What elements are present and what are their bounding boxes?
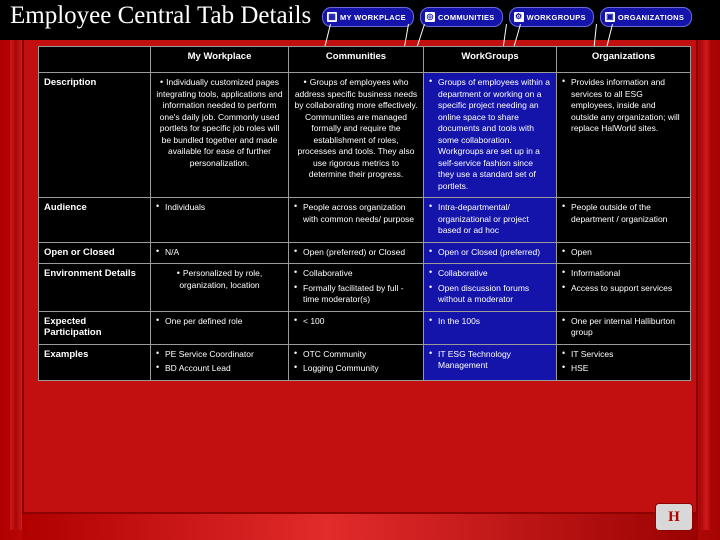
bullet: One per defined role	[156, 315, 283, 328]
row-header-examples: Examples	[38, 343, 151, 381]
table-corner-cell	[38, 46, 151, 73]
column-header-communities: Communities	[288, 46, 424, 73]
slide-canvas: Employee Central Tab Details ▦ MY WORKPL…	[0, 0, 720, 540]
bullet: HSE	[562, 362, 685, 375]
bullet: PE Service Coordinator	[156, 348, 283, 361]
bullet: Intra-departmental/ organizational or pr…	[429, 201, 551, 237]
tab-organizations[interactable]: ▣ ORGANIZATIONS	[599, 7, 693, 27]
tab-label: ORGANIZATIONS	[617, 12, 685, 22]
bullet: Personalized by role, organization, loca…	[156, 268, 283, 291]
logo-mark: H	[668, 508, 680, 525]
table-row: Audience Individuals People across organ…	[38, 197, 691, 243]
row-header-open-or-closed: Open or Closed	[38, 241, 151, 264]
cell-description-communities: Groups of employees who address specific…	[288, 72, 424, 198]
cell-participation-my-workplace: One per defined role	[150, 310, 289, 345]
table-header-row: My Workplace Communities WorkGroups Orga…	[38, 46, 691, 73]
bullet: People across organization with common n…	[294, 201, 418, 225]
tab-ribbon: ▦ MY WORKPLACE ◎ COMMUNITIES ⚙ WORKGROUP…	[322, 7, 693, 27]
cell-environment-communities: Collaborative Formally facilitated by fu…	[288, 263, 424, 312]
column-header-my-workplace: My Workplace	[150, 46, 289, 73]
building-icon: ▣	[604, 12, 615, 22]
cell-audience-workgroups: Intra-departmental/ organizational or pr…	[423, 197, 557, 243]
bullet: Collaborative	[429, 267, 551, 280]
tab-label: MY WORKPLACE	[340, 12, 406, 22]
bullet: One per internal Halliburton group	[562, 315, 685, 339]
cell-description-my-workplace: Individually customized pages integratin…	[150, 72, 289, 198]
grid-icon: ▦	[327, 12, 337, 22]
bullet: Access to support services	[562, 282, 685, 295]
row-header-description: Description	[38, 72, 151, 198]
cell-examples-communities: OTC Community Logging Community	[288, 343, 424, 381]
bullet: Open (preferred) or Closed	[294, 246, 418, 259]
row-header-expected-participation: Expected Participation	[38, 310, 151, 345]
bullet: Individually customized pages integratin…	[156, 77, 283, 169]
bullet: Open discussion forums without a moderat…	[429, 282, 551, 306]
cell-environment-my-workplace: Personalized by role, organization, loca…	[150, 263, 289, 312]
bullet: Groups of employees within a department …	[429, 76, 551, 192]
bullet: Informational	[562, 267, 685, 280]
tab-communities[interactable]: ◎ COMMUNITIES	[419, 7, 503, 27]
table-row: Environment Details Personalized by role…	[38, 263, 691, 312]
page-title: Employee Central Tab Details	[10, 2, 312, 29]
bullet: People outside of the department / organ…	[562, 201, 685, 225]
matrix-table: My Workplace Communities WorkGroups Orga…	[38, 46, 691, 381]
cell-environment-organizations: Informational Access to support services	[556, 263, 691, 312]
cell-audience-my-workplace: Individuals	[150, 197, 289, 243]
column-header-workgroups: WorkGroups	[423, 46, 557, 73]
cell-participation-workgroups: In the 100s	[423, 310, 557, 345]
cell-open-my-workplace: N/A	[150, 241, 289, 264]
row-header-environment-details: Environment Details	[38, 263, 151, 312]
column-header-organizations: Organizations	[556, 46, 691, 73]
cell-description-workgroups: Groups of employees within a department …	[423, 72, 557, 198]
tab-details-table: My Workplace Communities WorkGroups Orga…	[38, 46, 691, 381]
people-icon: ◎	[424, 12, 435, 22]
cell-environment-workgroups: Collaborative Open discussion forums wit…	[423, 263, 557, 312]
bullet: Individuals	[156, 201, 283, 214]
table-row: Description Individually customized page…	[38, 72, 691, 198]
cell-audience-organizations: People outside of the department / organ…	[556, 197, 691, 243]
bullet: Groups of employees who address specific…	[294, 77, 418, 181]
table-row: Open or Closed N/A Open (preferred) or C…	[38, 241, 691, 264]
cell-audience-communities: People across organization with common n…	[288, 197, 424, 243]
bullet: In the 100s	[429, 315, 551, 328]
cell-examples-workgroups: IT ESG Technology Management	[423, 343, 557, 381]
cell-participation-organizations: One per internal Halliburton group	[556, 310, 691, 345]
cell-participation-communities: < 100	[288, 310, 424, 345]
table-row: Expected Participation One per defined r…	[38, 310, 691, 345]
table-body: Description Individually customized page…	[38, 72, 691, 381]
bullet: IT Services	[562, 348, 685, 361]
bullet: OTC Community	[294, 348, 418, 361]
bullet: Formally facilitated by full -time moder…	[294, 282, 418, 306]
row-header-audience: Audience	[38, 197, 151, 243]
bullet: Collaborative	[294, 267, 418, 280]
bullet: N/A	[156, 246, 283, 259]
cell-examples-my-workplace: PE Service Coordinator BD Account Lead	[150, 343, 289, 381]
bullet: IT ESG Technology Management	[429, 348, 551, 372]
cell-examples-organizations: IT Services HSE	[556, 343, 691, 381]
slide: Employee Central Tab Details ▦ MY WORKPL…	[0, 0, 720, 540]
cell-open-communities: Open (preferred) or Closed	[288, 241, 424, 264]
tab-workgroups[interactable]: ⚙ WORKGROUPS	[508, 7, 594, 27]
bullet: Provides information and services to all…	[562, 76, 685, 135]
tab-label: WORKGROUPS	[526, 12, 586, 22]
halliburton-logo: H	[656, 504, 692, 530]
cell-description-organizations: Provides information and services to all…	[556, 72, 691, 198]
bullet: Open or Closed (preferred)	[429, 246, 551, 259]
cell-open-workgroups: Open or Closed (preferred)	[423, 241, 557, 264]
cell-open-organizations: Open	[556, 241, 691, 264]
gear-icon: ⚙	[513, 12, 524, 22]
bullet: < 100	[294, 315, 418, 328]
tab-label: COMMUNITIES	[437, 12, 495, 22]
bullet: Open	[562, 246, 685, 259]
bullet: Logging Community	[294, 362, 418, 375]
table-row: Examples PE Service Coordinator BD Accou…	[38, 343, 691, 381]
bullet: BD Account Lead	[156, 362, 283, 375]
tab-my-workplace[interactable]: ▦ MY WORKPLACE	[322, 7, 414, 27]
